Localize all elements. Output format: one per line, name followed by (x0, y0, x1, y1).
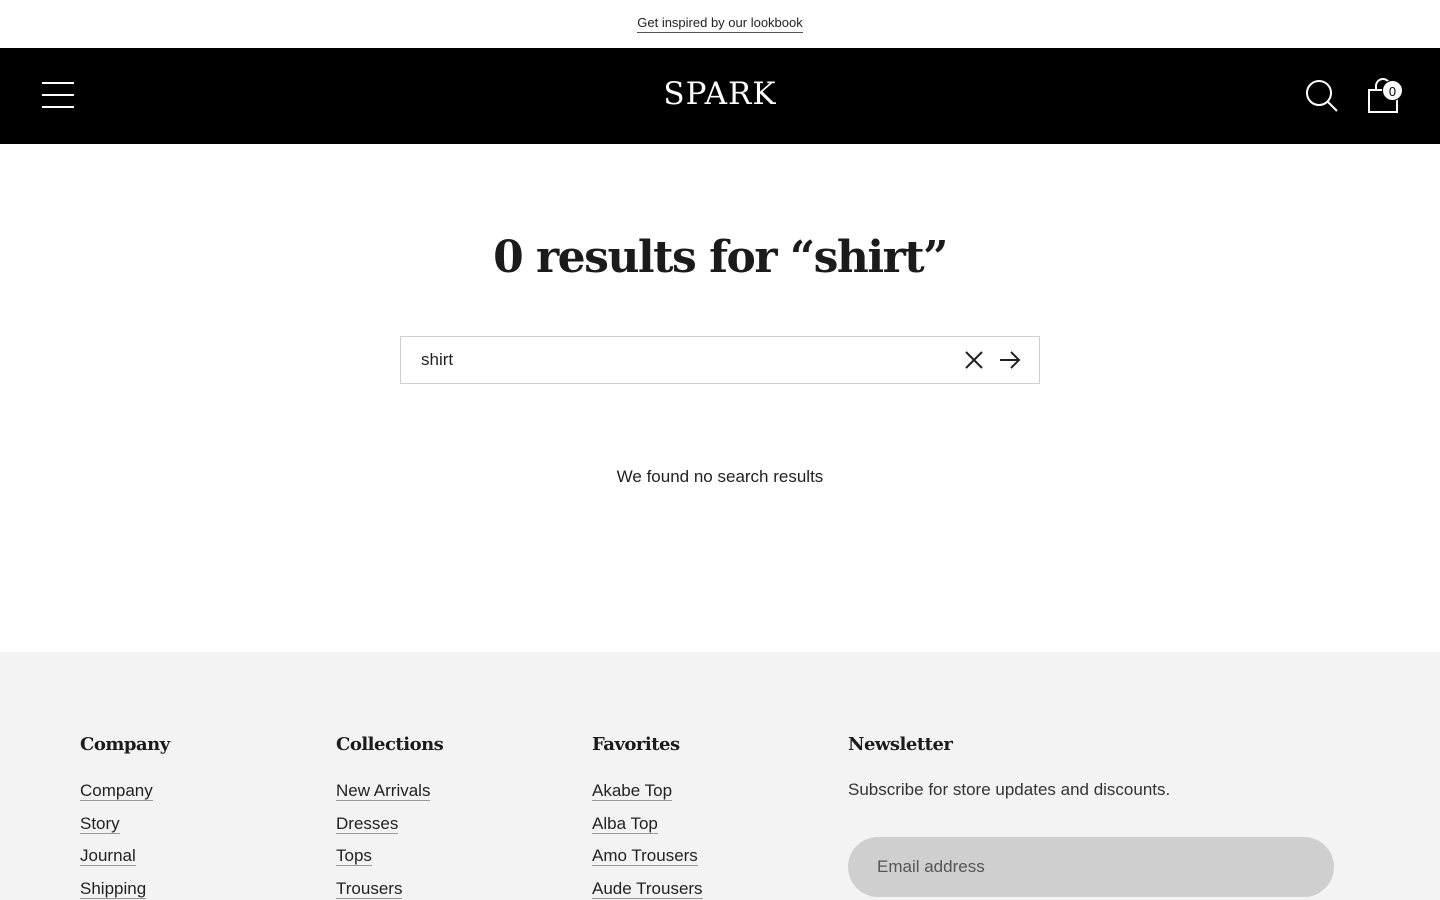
footer-heading: Favorites (592, 734, 680, 755)
footer-link-shipping[interactable]: Shipping (80, 878, 147, 899)
newsletter-email-input[interactable] (848, 837, 1334, 897)
search-bar (400, 336, 1040, 384)
empty-results-message: We found no search results (616, 467, 824, 486)
site-logo[interactable]: SPARK (0, 76, 1440, 112)
arrow-right-icon[interactable] (998, 348, 1022, 372)
footer-link-akabe-top[interactable]: Akabe Top (592, 781, 673, 801)
footer-link-new-arrivals[interactable]: New Arrivals (336, 781, 431, 801)
footer-heading: Company (80, 734, 170, 755)
footer-heading: Collections (336, 734, 444, 755)
footer-link-dresses[interactable]: Dresses (336, 813, 399, 834)
hamburger-menu-icon[interactable] (42, 82, 74, 108)
page-title: 0 results for “shirt” (493, 232, 948, 283)
footer-link-amo-trousers[interactable]: Amo Trousers (592, 846, 698, 866)
footer-link-trousers[interactable]: Trousers (336, 878, 403, 899)
close-icon[interactable] (962, 348, 986, 372)
footer-column-collections: Collections New Arrivals Dresses Tops Tr… (336, 734, 444, 900)
site-header: SPARK (0, 48, 1440, 144)
footer-link-tops[interactable]: Tops (336, 846, 372, 866)
footer-column-newsletter: Newsletter Subscribe for store updates a… (848, 734, 1170, 800)
search-input[interactable] (401, 337, 941, 383)
newsletter-description: Subscribe for store updates and discount… (848, 780, 1171, 799)
footer-column-company: Company Company Story Journal Shipping (80, 734, 170, 900)
announcement-bar: Get inspired by our lookbook (0, 0, 1440, 48)
footer-link-journal[interactable]: Journal (80, 846, 136, 866)
footer-heading: Newsletter (848, 734, 953, 755)
footer-link-alba-top[interactable]: Alba Top (592, 813, 658, 834)
search-icon[interactable] (1305, 79, 1339, 113)
cart-count-badge: 0 (1382, 80, 1403, 101)
footer-link-aude-trousers[interactable]: Aude Trousers (592, 878, 703, 899)
footer-link-story[interactable]: Story (80, 813, 120, 834)
lookbook-link[interactable]: Get inspired by our lookbook (637, 15, 803, 33)
footer-column-favorites: Favorites Akabe Top Alba Top Amo Trouser… (592, 734, 703, 900)
footer-link-company[interactable]: Company (80, 781, 153, 801)
